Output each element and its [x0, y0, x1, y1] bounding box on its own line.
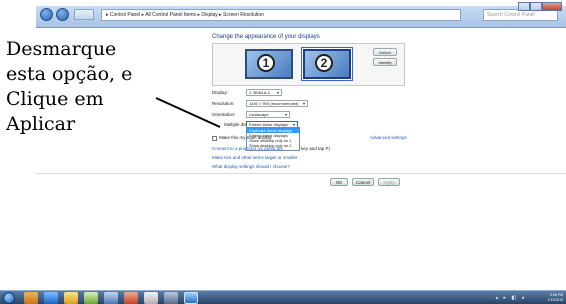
start-button[interactable]: [3, 292, 15, 304]
page-title: Change the appearance of your displays: [212, 34, 320, 40]
control-panel-icon[interactable]: [104, 292, 118, 304]
display-label: Display:: [212, 90, 229, 95]
app-icon[interactable]: [84, 292, 98, 304]
chevron-down-icon: ▾: [276, 90, 279, 95]
resolution-select-value: 1440 × 900 (recommended): [249, 101, 299, 106]
cancel-button[interactable]: Cancel: [352, 178, 374, 186]
main-display-checkbox[interactable]: [212, 136, 217, 141]
document-icon[interactable]: [144, 292, 158, 304]
monitor-2-number: 2: [315, 54, 333, 72]
display-settings-help-link[interactable]: What display settings should I choose?: [212, 164, 290, 169]
projector-link[interactable]: Connect to a projector (or press the: [212, 146, 283, 151]
monitor-preview: 1 2 Detect Identify: [212, 43, 405, 86]
orientation-label: Orientation:: [212, 112, 236, 117]
clock[interactable]: 3:08 PM 1/11/2013: [548, 293, 563, 303]
monitor-1-number: 1: [257, 54, 275, 72]
display-select-value: 2. BDBLA-1: [249, 90, 271, 95]
resolution-label: Resolution:: [212, 101, 235, 106]
screen: ▸ Control Panel ▸ All Control Panel Item…: [0, 0, 566, 304]
display-select[interactable]: 2. BDBLA-1 ▾: [246, 89, 282, 96]
orientation-select-value: Landscape: [249, 112, 269, 117]
chevron-down-icon: ▾: [284, 112, 287, 117]
apply-button[interactable]: Apply: [378, 178, 400, 186]
monitor-2[interactable]: 2: [303, 49, 351, 79]
main-display-text: Make this my main display: [219, 135, 272, 140]
main-display-label: Make this my main display: [219, 135, 272, 140]
detect-button[interactable]: Detect: [373, 48, 397, 56]
clock-date: 1/11/2013: [547, 298, 563, 302]
ok-button[interactable]: OK: [330, 178, 348, 186]
display-icon[interactable]: [164, 292, 178, 304]
text-size-link[interactable]: Make text and other items larger or smal…: [212, 155, 298, 160]
browser-icon[interactable]: [44, 292, 58, 304]
resolution-select[interactable]: 1440 × 900 (recommended) ▾: [246, 100, 308, 107]
office-icon[interactable]: [124, 292, 138, 304]
identify-button[interactable]: Identify: [373, 58, 397, 66]
orientation-select[interactable]: Landscape ▾: [246, 111, 290, 118]
taskbar: ▴ ▸ ◧ ◂ 3:08 PM 1/11/2013: [0, 290, 566, 304]
media-player-icon[interactable]: [24, 292, 38, 304]
divider: [36, 173, 566, 174]
chevron-down-icon: ▾: [302, 101, 305, 106]
folder-icon[interactable]: [64, 292, 78, 304]
active-window-icon[interactable]: [184, 292, 198, 304]
projector-hint: key and tap P): [301, 146, 331, 151]
monitor-1[interactable]: 1: [245, 49, 293, 79]
advanced-settings-link[interactable]: Advanced settings: [370, 135, 407, 140]
tray-icons: ▴ ▸ ◧ ◂: [495, 295, 526, 301]
